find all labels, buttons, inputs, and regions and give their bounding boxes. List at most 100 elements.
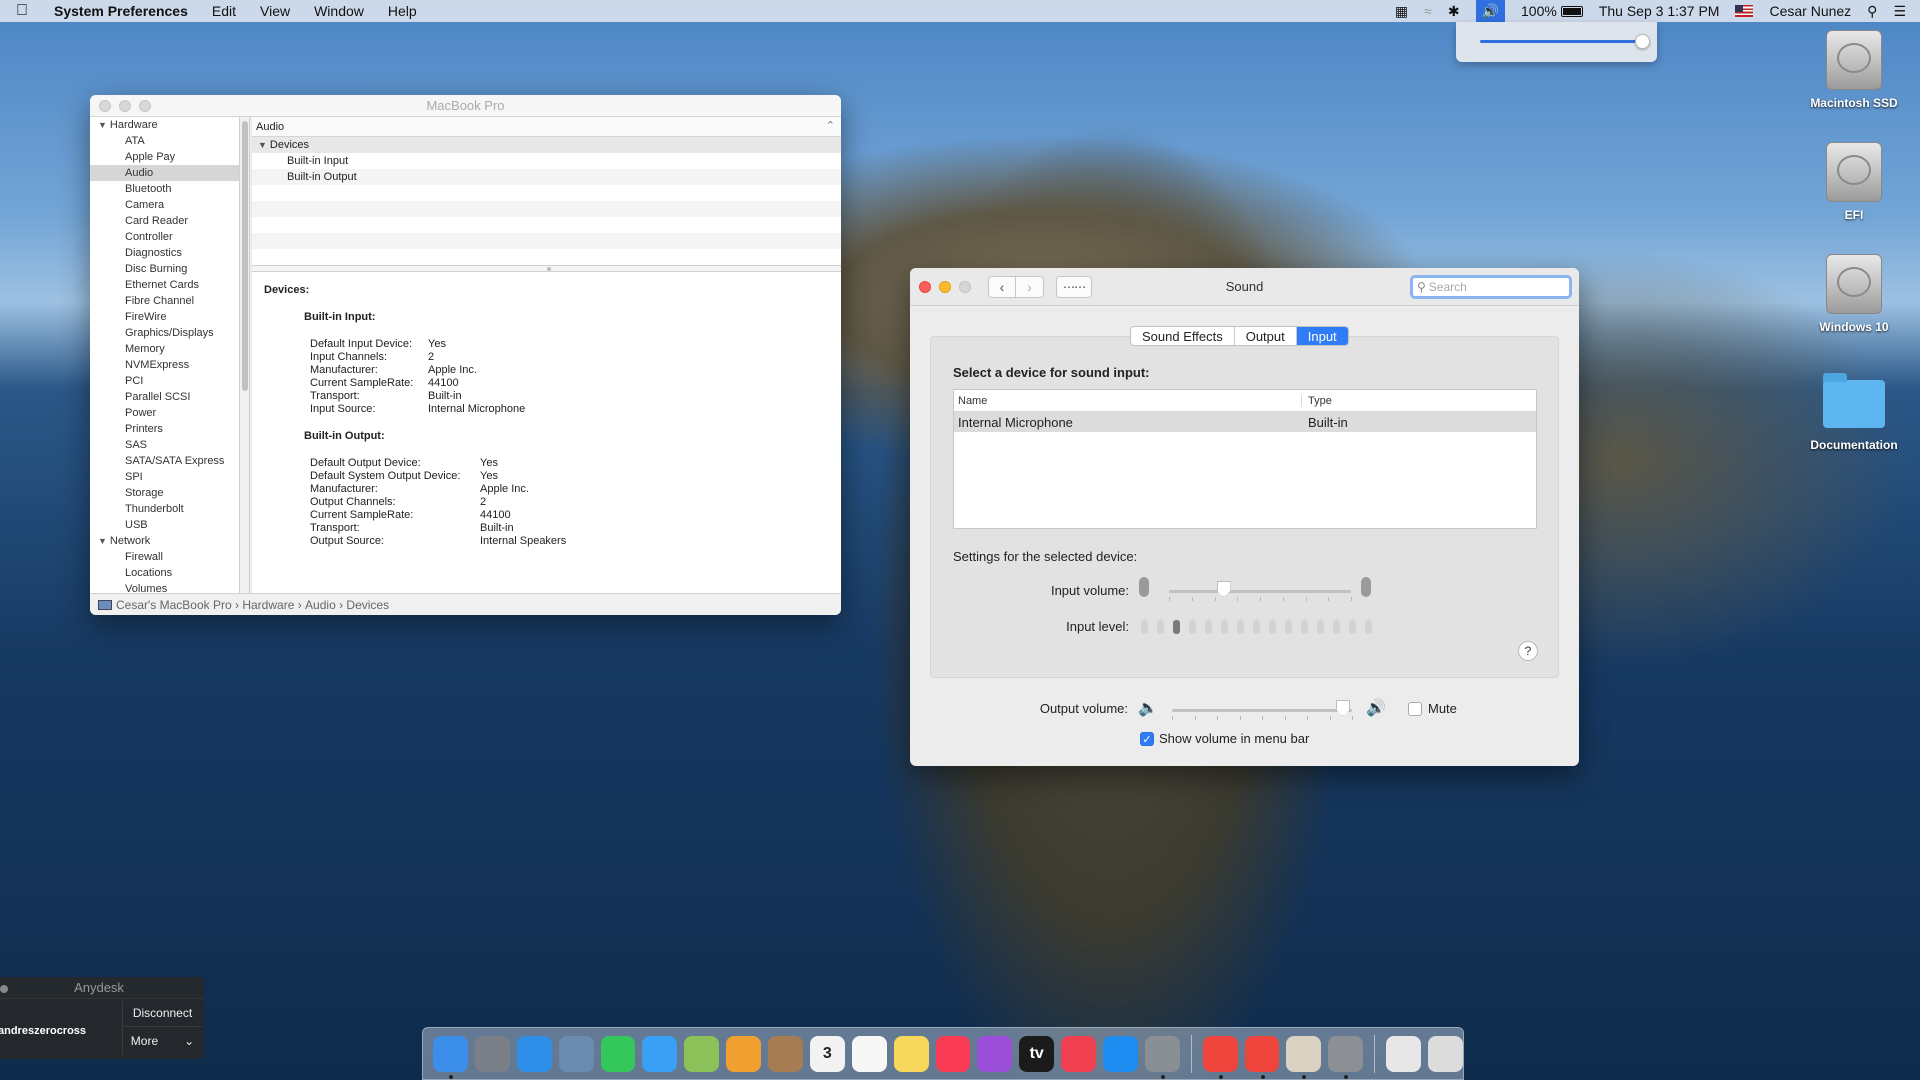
tab-output[interactable]: Output <box>1235 327 1297 345</box>
menu-window[interactable]: Window <box>314 3 364 19</box>
battery-status[interactable]: 100% <box>1521 3 1583 19</box>
search-field[interactable]: ⚲ Search <box>1410 275 1572 299</box>
tree-row-built-in-input[interactable]: Built-in Input <box>252 153 841 169</box>
device-row-internal-microphone[interactable]: Internal Microphone Built-in <box>954 412 1536 432</box>
podcasts-icon[interactable] <box>977 1035 1013 1072</box>
sidebar-item[interactable]: Parallel SCSI <box>90 389 239 405</box>
column-header-type[interactable]: Type <box>1302 395 1332 407</box>
clock[interactable]: Thu Sep 3 1:37 PM <box>1599 3 1720 19</box>
sidebar-item[interactable]: Fibre Channel <box>90 293 239 309</box>
zoom-button[interactable] <box>139 100 151 112</box>
anydesk-icon-2[interactable] <box>1244 1035 1280 1079</box>
forward-button[interactable]: › <box>1016 276 1044 298</box>
sound-titlebar[interactable]: ‹ › ⋯⋯ Sound ⚲ Search <box>910 268 1579 306</box>
calendar-icon[interactable]: 3 <box>809 1035 845 1072</box>
minimize-button[interactable] <box>939 281 951 293</box>
sidebar-item[interactable]: NVMExpress <box>90 357 239 373</box>
system-information-icon[interactable] <box>1328 1035 1364 1079</box>
breadcrumb-item[interactable]: Devices <box>346 598 389 612</box>
contacts-icon[interactable] <box>768 1035 803 1072</box>
sidebar-item[interactable]: Memory <box>90 341 239 357</box>
scrollbar-thumb[interactable] <box>242 121 248 391</box>
menu-edit[interactable]: Edit <box>212 3 236 19</box>
safari-icon[interactable] <box>516 1035 552 1072</box>
sysinfo-titlebar[interactable]: MacBook Pro <box>90 95 841 117</box>
preview-icon[interactable] <box>558 1035 594 1072</box>
back-button[interactable]: ‹ <box>988 276 1016 298</box>
input-volume-slider[interactable] <box>1169 590 1351 593</box>
volume-icon[interactable]: 🔊 <box>1475 0 1506 22</box>
breadcrumb-item[interactable]: Cesar's MacBook Pro <box>116 598 232 612</box>
minimize-button[interactable] <box>119 100 131 112</box>
close-button[interactable] <box>919 281 931 293</box>
apple-menu-icon[interactable]:  <box>16 2 38 20</box>
sidebar-item[interactable]: Storage <box>90 485 239 501</box>
sidebar-item[interactable]: ATA <box>90 133 239 149</box>
sidebar-item[interactable]: SAS <box>90 437 239 453</box>
maps-icon[interactable] <box>684 1035 720 1072</box>
close-button[interactable] <box>99 100 111 112</box>
menu-view[interactable]: View <box>260 3 290 19</box>
menu-app-name[interactable]: System Preferences <box>54 3 188 19</box>
sidebar-item[interactable]: Disc Burning <box>90 261 239 277</box>
anydesk-title[interactable]: Anydesk <box>0 977 204 999</box>
disclosure-triangle-icon[interactable]: ▼ <box>258 140 267 150</box>
sidebar-item[interactable]: SPI <box>90 469 239 485</box>
sidebar-item[interactable]: Graphics/Displays <box>90 325 239 341</box>
desktop-icon-documentation[interactable]: Documentation <box>1789 373 1919 452</box>
breadcrumb-item[interactable]: Audio <box>305 598 336 612</box>
bluetooth-icon[interactable]: ✱ <box>1448 3 1460 20</box>
input-volume-knob[interactable] <box>1216 581 1231 597</box>
help-button[interactable]: ? <box>1518 641 1538 661</box>
sidebar-group-hardware[interactable]: ▼ Hardware <box>90 117 239 133</box>
system-preferences-icon[interactable] <box>1144 1035 1180 1079</box>
sidebar-item[interactable]: Power <box>90 405 239 421</box>
document-icon[interactable] <box>1386 1035 1422 1072</box>
show-all-grid-button[interactable]: ⋯⋯ <box>1056 276 1092 298</box>
sidebar-item[interactable]: SATA/SATA Express <box>90 453 239 469</box>
tab-sound-effects[interactable]: Sound Effects <box>1131 327 1235 345</box>
sidebar-item[interactable]: Camera <box>90 197 239 213</box>
more-button[interactable]: More ⌄ <box>122 1027 202 1055</box>
sidebar-item[interactable]: Card Reader <box>90 213 239 229</box>
volume-popup-knob[interactable] <box>1635 34 1650 49</box>
desktop-icon-windows-10[interactable]: Windows 10 <box>1789 254 1919 334</box>
desktop-icon-macintosh-ssd[interactable]: Macintosh SSD <box>1789 30 1919 110</box>
appstore-icon[interactable] <box>1103 1035 1138 1072</box>
sidebar-item[interactable]: Printers <box>90 421 239 437</box>
mute-checkbox[interactable] <box>1408 702 1422 716</box>
activity-monitor-icon[interactable]: ▦ <box>1395 3 1408 20</box>
disclosure-triangle-icon[interactable]: ▼ <box>98 120 107 130</box>
desktop-icon-efi[interactable]: EFI <box>1789 142 1919 222</box>
sidebar-item[interactable]: Ethernet Cards <box>90 277 239 293</box>
us-flag-icon[interactable] <box>1735 5 1754 17</box>
sysinfo-sidebar-scrollbar[interactable] <box>240 117 250 593</box>
breadcrumb-item[interactable]: Hardware <box>242 598 294 612</box>
sidebar-item[interactable]: Audio <box>90 165 239 181</box>
disconnect-button[interactable]: Disconnect <box>122 999 202 1027</box>
wifi-icon[interactable]: ≈ <box>1424 3 1432 19</box>
tree-row-built-in-output[interactable]: Built-in Output <box>252 169 841 185</box>
volume-popup-track[interactable] <box>1480 40 1643 43</box>
reminders-icon[interactable] <box>851 1035 887 1072</box>
output-volume-knob[interactable] <box>1336 700 1350 716</box>
tab-input[interactable]: Input <box>1296 327 1348 345</box>
zoom-button[interactable] <box>959 281 971 293</box>
tree-group-devices[interactable]: ▼ Devices <box>252 137 841 153</box>
finder-icon[interactable] <box>433 1035 468 1079</box>
column-header-name[interactable]: Name <box>954 394 1302 407</box>
sidebar-item[interactable]: FireWire <box>90 309 239 325</box>
news-icon[interactable] <box>1061 1035 1096 1072</box>
messages-icon[interactable] <box>642 1035 678 1072</box>
disclosure-triangle-icon[interactable]: ▼ <box>98 536 107 546</box>
sidebar-item[interactable]: Diagnostics <box>90 245 239 261</box>
facetime-icon[interactable] <box>600 1035 636 1072</box>
sidebar-item[interactable]: Firewall <box>90 549 239 565</box>
notification-center-icon[interactable]: ☰ <box>1893 3 1906 20</box>
menu-help[interactable]: Help <box>388 3 417 19</box>
sidebar-item[interactable]: Locations <box>90 565 239 581</box>
user-name[interactable]: Cesar Nunez <box>1769 3 1851 19</box>
launchpad-icon[interactable] <box>474 1035 510 1072</box>
sidebar-item[interactable]: Bluetooth <box>90 181 239 197</box>
sidebar-item[interactable]: Thunderbolt <box>90 501 239 517</box>
